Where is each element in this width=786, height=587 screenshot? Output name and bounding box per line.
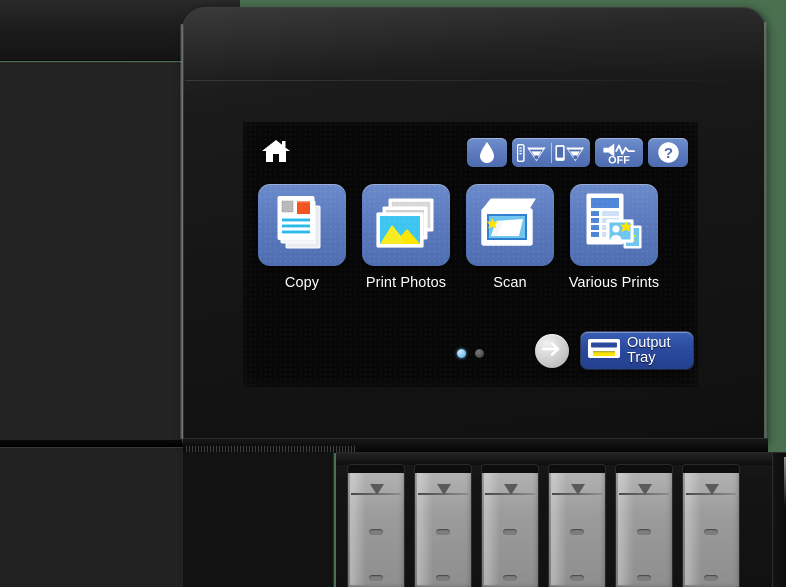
ink-tank-5[interactable] [616,465,672,587]
ink-tank-3[interactable] [482,465,538,587]
output-tray-label-group: Output Tray [627,334,671,366]
photos-stack-icon [375,197,437,254]
app-tile-row: Copy Print Photos Scan Various Prints [257,184,698,314]
tank-slot-lower [436,575,450,581]
tank-level-triangle-icon [437,484,451,495]
printer-photo-stage: OFF ? Copy Print Photos Scan Various Pri… [0,0,786,587]
tile-various-prints[interactable]: Various Prints [569,184,659,291]
page-indicator [457,349,484,358]
tank-level-triangle-icon [370,484,384,495]
tile-scan-button[interactable] [466,184,554,266]
printer-left-lower-panel [0,447,186,587]
home-icon [261,138,291,169]
printer-mid-panel [183,452,334,587]
tile-various-prints-label: Various Prints [568,275,660,291]
home-button[interactable] [259,138,293,168]
panel-left-edge-highlight [180,24,184,439]
ink-tank-housing-right-edge [772,453,786,587]
scanner-icon [479,195,541,256]
tank-slot-upper [704,529,718,535]
next-page-arrow-button[interactable] [535,334,569,368]
svg-text:?: ? [663,145,672,162]
tank-slot-upper [369,529,383,535]
ink-tank-row [348,465,739,587]
ink-tank-housing [336,452,786,587]
tank-slot-upper [436,529,450,535]
ink-tank-1[interactable] [348,465,404,587]
printer-tray-icon [587,335,621,366]
tile-copy[interactable]: Copy [257,184,347,291]
tank-slot-upper [637,529,651,535]
tank-level-triangle-icon [571,484,585,495]
tank-gloss [417,473,433,585]
tile-scan-label: Scan [493,275,527,291]
tile-copy-button[interactable] [258,184,346,266]
tile-various-prints-button[interactable] [570,184,658,266]
ink-tank-2[interactable] [415,465,471,587]
network-status-icon[interactable] [512,138,590,167]
tank-slot-lower [369,575,383,581]
page-dot-2[interactable] [475,349,484,358]
tank-gloss [551,473,567,585]
tile-print-photos-button[interactable] [362,184,450,266]
panel-seam-line [185,80,763,81]
tank-slot-lower [570,575,584,581]
page-dot-1[interactable] [457,349,466,358]
tank-slot-lower [503,575,517,581]
arrow-right-icon [541,340,563,363]
help-icon[interactable]: ? [648,138,688,167]
tank-gloss [484,473,500,585]
tank-gloss [618,473,634,585]
lcd-screen[interactable]: OFF ? Copy Print Photos Scan Various Pri… [243,122,698,387]
tank-level-triangle-icon [705,484,719,495]
tile-print-photos-label: Print Photos [365,275,447,291]
tile-scan[interactable]: Scan [465,184,555,291]
output-tray-button[interactable]: Output Tray [581,332,693,369]
panel-right-edge-highlight [764,22,767,442]
tank-slot-lower [704,575,718,581]
ink-tank-shelf [336,453,786,465]
panel-gloss-highlight [183,8,765,78]
tank-level-triangle-icon [504,484,518,495]
tile-print-photos[interactable]: Print Photos [361,184,451,291]
status-bar: OFF ? [243,128,698,170]
output-tray-label-line2: Tray [627,349,656,366]
ink-tank-4[interactable] [549,465,605,587]
status-icon-group: OFF ? [467,138,688,167]
tile-copy-label: Copy [284,275,320,291]
tank-slot-upper [570,529,584,535]
ink-tank-6[interactable] [683,465,739,587]
copy-documents-icon [274,194,330,257]
tank-slot-lower [637,575,651,581]
tank-slot-upper [503,529,517,535]
ink-level-icon[interactable] [467,138,507,167]
tank-gloss [350,473,366,585]
tank-gloss [685,473,701,585]
printer-left-seam [0,440,188,447]
various-prints-icon [583,192,645,259]
output-tray-label-line1: Output [627,334,671,351]
tank-level-triangle-icon [638,484,652,495]
sound-off-icon[interactable]: OFF [595,138,643,167]
svg-text:OFF: OFF [608,154,630,165]
printer-left-panel [0,62,186,443]
status-icon-divider [550,142,552,163]
